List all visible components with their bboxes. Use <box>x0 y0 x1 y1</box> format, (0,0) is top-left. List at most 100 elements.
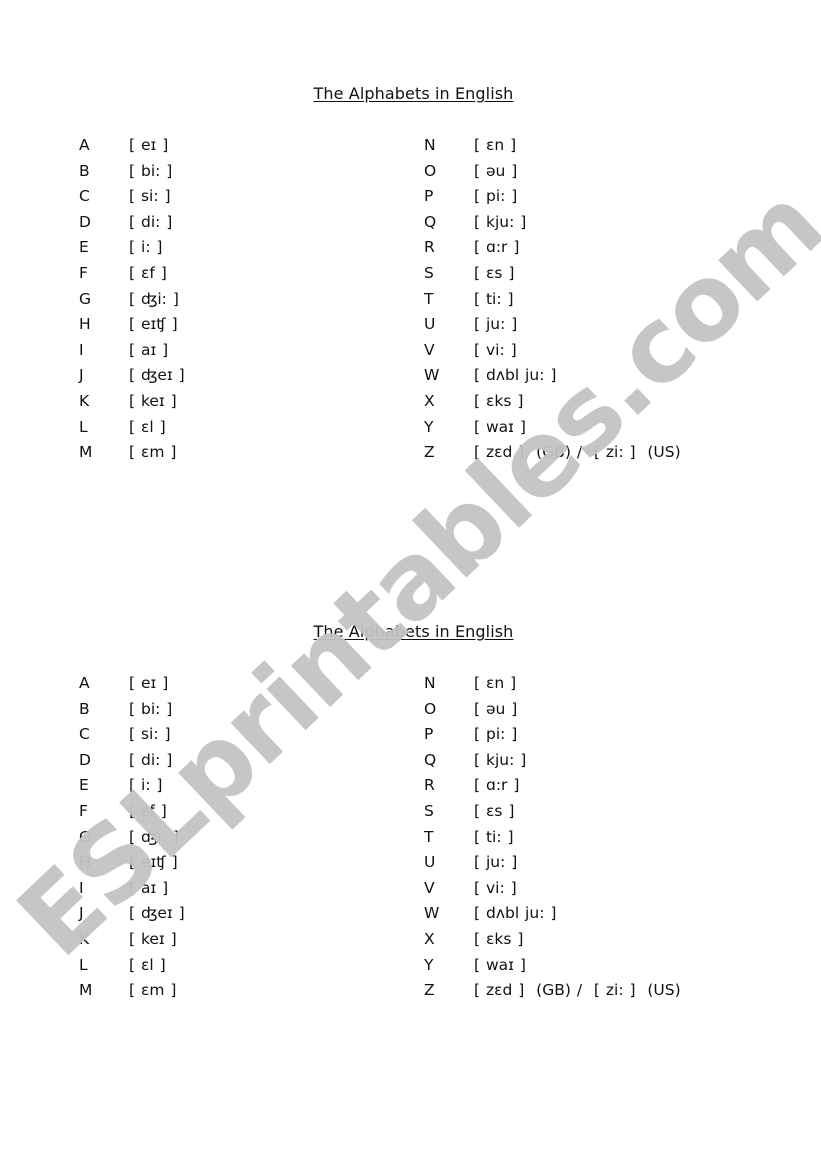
letter: G <box>79 289 92 308</box>
ipa-pronunciation: [ ɛn ] <box>474 674 517 692</box>
letter: X <box>424 929 435 948</box>
letter: K <box>79 929 90 948</box>
ipa-pronunciation: [ eɪʧ ] <box>129 853 178 872</box>
letter: V <box>424 878 435 897</box>
letter: Z <box>424 981 435 1000</box>
letter: T <box>424 827 434 846</box>
ipa-pronunciation: [ ɛf ] <box>129 263 167 282</box>
ipa-pronunciation: [ ɛks ] <box>474 391 524 410</box>
ipa-pronunciation: [ ɛl ] <box>129 417 166 436</box>
letter: S <box>424 263 434 282</box>
ipa-pronunciation: [ dʌbl ju: ] <box>474 366 557 385</box>
ipa-pronunciation: [ aɪ ] <box>129 340 169 359</box>
ipa-pronunciation: [ vi: ] <box>474 340 517 359</box>
ipa-pronunciation: [ ʤeɪ ] <box>129 904 185 923</box>
letter: F <box>79 263 88 282</box>
ipa-pronunciation: [ i: ] <box>129 776 163 795</box>
ipa-pronunciation: [ kju: ] <box>474 212 527 231</box>
ipa-pronunciation: [ di: ] <box>129 212 173 231</box>
letter: L <box>79 955 88 974</box>
letter: R <box>424 238 435 257</box>
ipa-pronunciation: [ ʤi: ] <box>129 827 179 846</box>
letter: U <box>424 853 436 872</box>
letter: X <box>424 391 435 410</box>
ipa-pronunciation: [ əu ] <box>474 699 518 718</box>
worksheet-page: The Alphabets in English A [ eɪ ] B [ bi: ]… <box>0 0 821 1169</box>
ipa-pronunciation: [ pi: ] <box>474 725 518 744</box>
letter: Y <box>424 955 434 974</box>
ipa-pronunciation: [ i: ] <box>129 238 163 257</box>
letter: H <box>79 315 91 334</box>
letter: U <box>424 315 436 334</box>
letter: K <box>79 391 90 410</box>
letter: S <box>424 801 434 820</box>
ipa-pronunciation: [ aɪ ] <box>129 878 169 897</box>
letter: E <box>79 238 89 257</box>
letter: Z <box>424 443 435 462</box>
letter: Q <box>424 212 437 231</box>
letter: C <box>79 187 90 206</box>
letter: G <box>79 827 92 846</box>
ipa-pronunciation: [ waɪ ] <box>474 417 526 436</box>
letter: N <box>424 136 436 154</box>
ipa-pronunciation: [ bi: ] <box>129 699 173 718</box>
ipa-pronunciation: [ keɪ ] <box>129 929 177 948</box>
letter: L <box>79 417 88 436</box>
ipa-pronunciation: [ eɪ ] <box>129 674 169 692</box>
letter: I <box>79 878 84 897</box>
letter: O <box>424 161 437 180</box>
ipa-pronunciation: [ zɛd ] (GB) / [ zi: ] (US) <box>474 981 681 1000</box>
ipa-pronunciation: [ ɑ:r ] <box>474 776 520 795</box>
letter: E <box>79 776 89 795</box>
ipa-pronunciation: [ ɛm ] <box>129 981 177 1000</box>
ipa-pronunciation: [ ɛs ] <box>474 801 515 820</box>
letter: B <box>79 161 90 180</box>
letter: T <box>424 289 434 308</box>
ipa-pronunciation: [ bi: ] <box>129 161 173 180</box>
letter: P <box>424 187 434 206</box>
letter: V <box>424 340 435 359</box>
ipa-pronunciation: [ ɛks ] <box>474 929 524 948</box>
ipa-pronunciation: [ eɪ ] <box>129 136 169 154</box>
ipa-pronunciation: [ ɛl ] <box>129 955 166 974</box>
letter: W <box>424 904 440 923</box>
letter: B <box>79 699 90 718</box>
ipa-pronunciation: [ vi: ] <box>474 878 517 897</box>
ipa-pronunciation: [ di: ] <box>129 750 173 769</box>
letter: D <box>79 750 91 769</box>
letter: I <box>79 340 84 359</box>
ipa-pronunciation: [ ʤeɪ ] <box>129 366 185 385</box>
letter: N <box>424 674 436 692</box>
ipa-pronunciation: [ ɑ:r ] <box>474 238 520 257</box>
watermark: ESLprintables.com <box>0 163 821 981</box>
ipa-pronunciation: [ waɪ ] <box>474 955 526 974</box>
letter: J <box>79 366 84 385</box>
ipa-pronunciation: [ pi: ] <box>474 187 518 206</box>
letter: F <box>79 801 88 820</box>
ipa-pronunciation: [ si: ] <box>129 187 171 206</box>
letter: M <box>79 981 93 1000</box>
letter: R <box>424 776 435 795</box>
letter: O <box>424 699 437 718</box>
letter: C <box>79 725 90 744</box>
ipa-pronunciation: [ ju: ] <box>474 853 518 872</box>
letter: P <box>424 725 434 744</box>
ipa-pronunciation: [ eɪʧ ] <box>129 315 178 334</box>
ipa-pronunciation: [ ɛf ] <box>129 801 167 820</box>
block-title: The Alphabets in English <box>313 622 514 641</box>
letter: A <box>79 674 90 692</box>
letter: W <box>424 366 440 385</box>
letter: M <box>79 443 93 462</box>
ipa-pronunciation: [ ɛm ] <box>129 443 177 462</box>
letter: A <box>79 136 90 154</box>
ipa-pronunciation: [ si: ] <box>129 725 171 744</box>
ipa-pronunciation: [ dʌbl ju: ] <box>474 904 557 923</box>
ipa-pronunciation: [ ʤi: ] <box>129 289 179 308</box>
ipa-pronunciation: [ ɛn ] <box>474 136 517 154</box>
ipa-pronunciation: [ zɛd ] (GB) / [ zi: ] (US) <box>474 443 681 462</box>
ipa-pronunciation: [ əu ] <box>474 161 518 180</box>
letter: J <box>79 904 84 923</box>
letter: Q <box>424 750 437 769</box>
ipa-pronunciation: [ keɪ ] <box>129 391 177 410</box>
ipa-pronunciation: [ ju: ] <box>474 315 518 334</box>
